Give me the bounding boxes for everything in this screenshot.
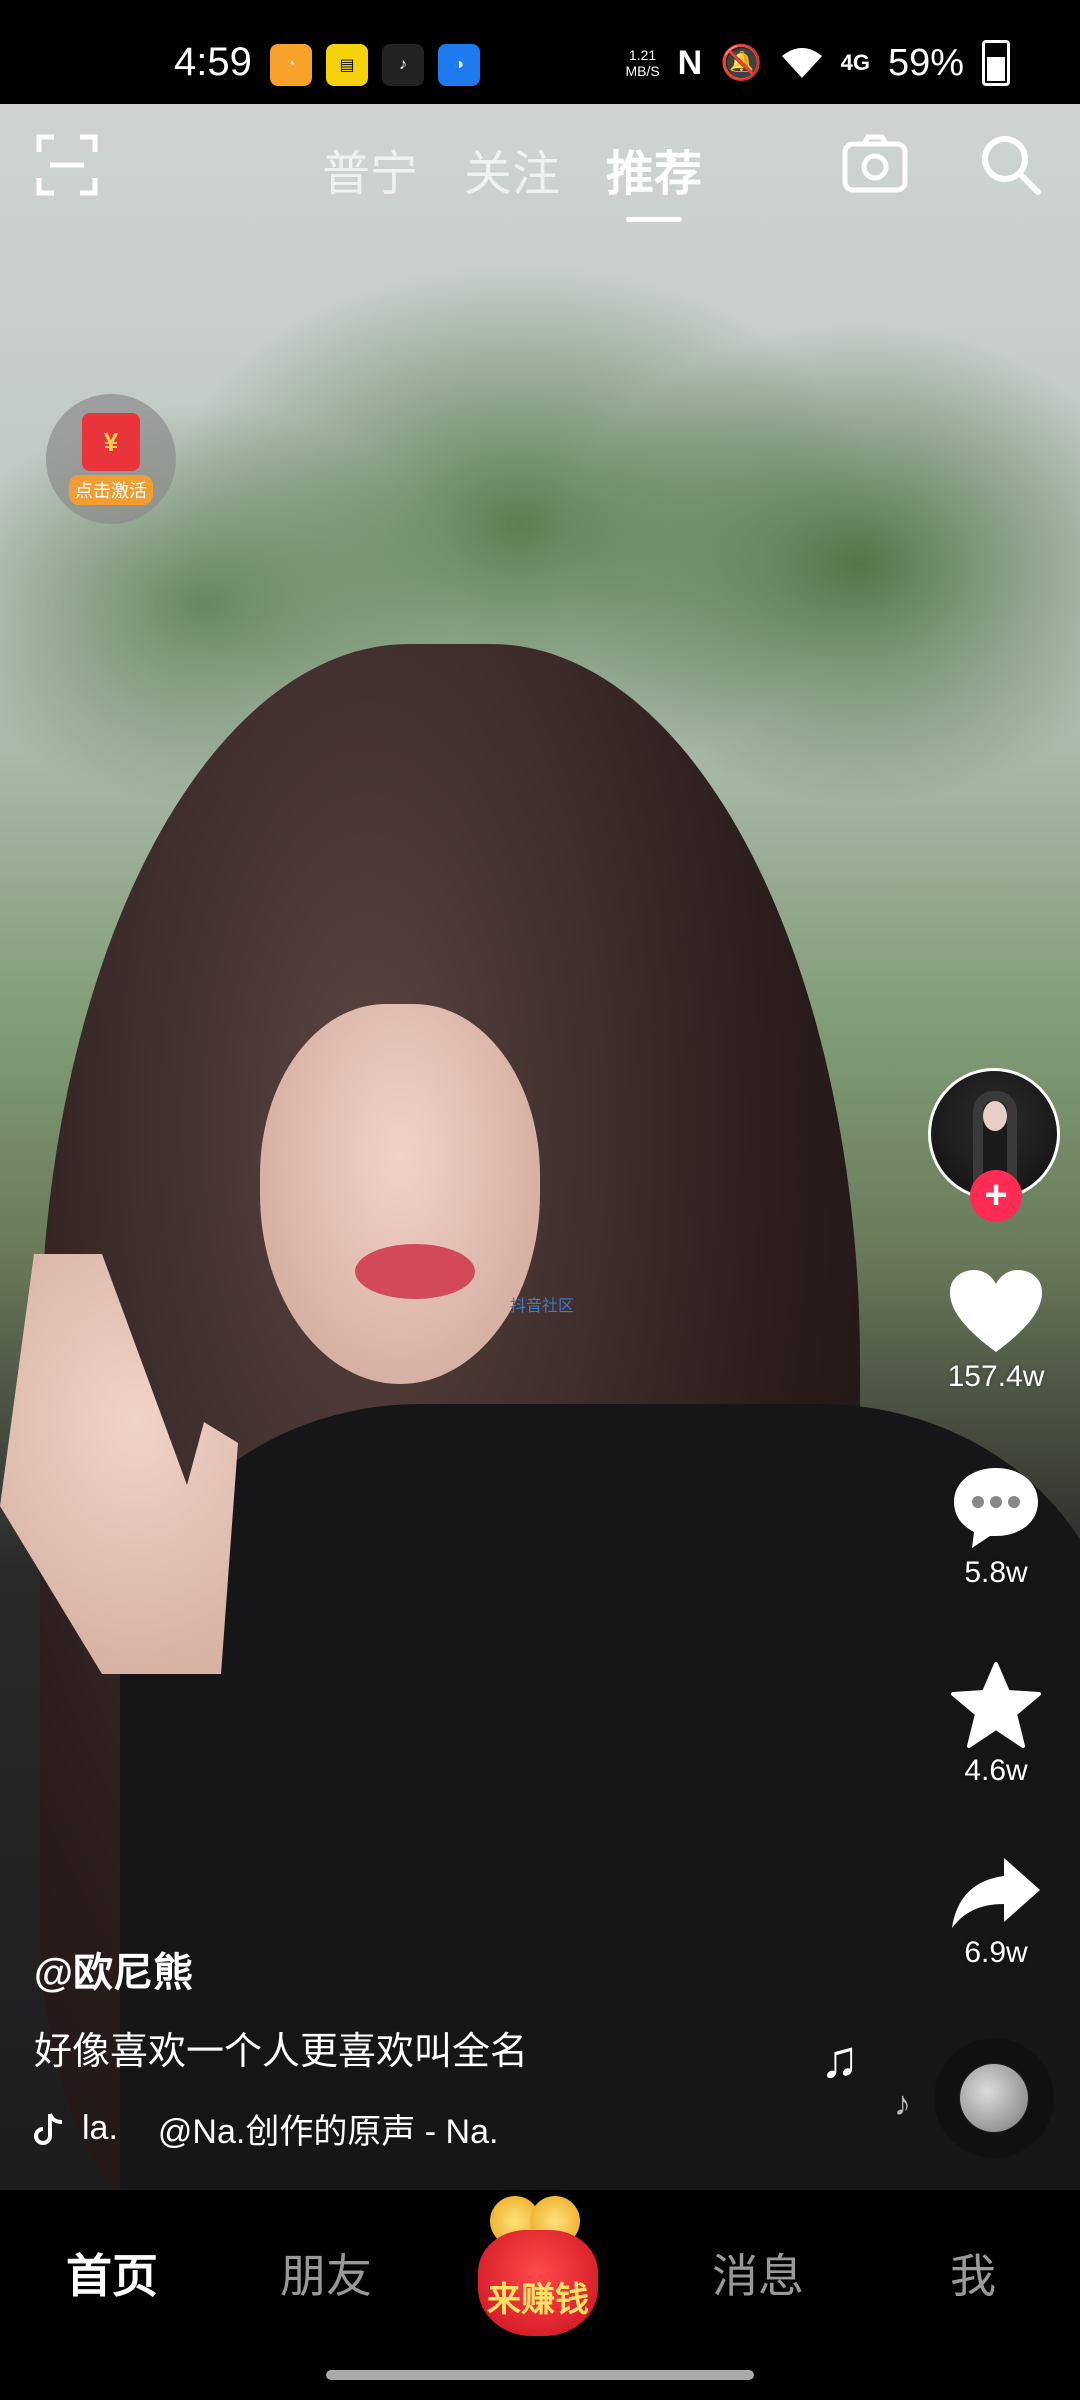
- search-icon[interactable]: [978, 132, 1042, 196]
- favorite-count: 4.6w: [964, 1754, 1028, 1787]
- live-camera-icon[interactable]: [842, 134, 908, 194]
- like-count: 157.4w: [947, 1360, 1045, 1393]
- comment-icon: [954, 1468, 1038, 1548]
- music-note-small-icon: ♪: [894, 2085, 911, 2123]
- sound-prefix: la.: [82, 2109, 118, 2147]
- music-note-icon: ♫: [820, 2031, 859, 2089]
- follow-button[interactable]: +: [970, 1170, 1022, 1222]
- author-avatar-wrap: +: [928, 1068, 1060, 1222]
- share-button[interactable]: 6.9w: [926, 1856, 1066, 1970]
- uc-browser-icon: ◔: [270, 44, 312, 86]
- bird-app-icon: ◑: [438, 44, 480, 86]
- tab-recommended[interactable]: 推荐: [606, 134, 702, 222]
- nav-me[interactable]: 我: [950, 2240, 996, 2306]
- tiktok-icon: ♪: [382, 44, 424, 86]
- star-icon: [951, 1662, 1041, 1748]
- tiktok-sound-icon: [34, 2112, 63, 2145]
- sound-title: @Na.创作的原声 - Na.: [157, 2113, 499, 2151]
- home-indicator[interactable]: [326, 2370, 754, 2380]
- net-speed: 1.21 MB/S: [625, 47, 660, 79]
- red-packet-icon: ¥: [82, 413, 140, 471]
- xianyu-icon: ▤: [326, 44, 368, 86]
- battery-icon: [982, 40, 1010, 86]
- nav-home[interactable]: 首页: [66, 2240, 158, 2306]
- status-time: 4:59: [174, 40, 252, 84]
- video-subject-face: [260, 1004, 540, 1384]
- wifi-icon: [781, 48, 822, 78]
- share-count: 6.9w: [964, 1936, 1028, 1969]
- music-disc-button[interactable]: [934, 2038, 1054, 2158]
- mute-icon: 🔕: [720, 44, 763, 82]
- comment-button[interactable]: 5.8w: [926, 1464, 1066, 1590]
- bottom-nav: 首页 朋友 来赚钱 消息 我: [0, 2190, 1080, 2400]
- nav-messages[interactable]: 消息: [712, 2240, 804, 2306]
- notification-icons: ◔ ▤ ♪ ◑: [270, 44, 480, 86]
- status-right: 1.21 MB/S N 🔕 4G 59%: [625, 40, 1010, 86]
- network-type: 4G: [840, 50, 870, 75]
- video-caption: 好像喜欢一个人更喜欢叫全名: [34, 2031, 529, 2073]
- nav-earn-button[interactable]: 来赚钱: [468, 2190, 608, 2340]
- status-bar: 4:59 ◔ ▤ ♪ ◑ 1.21 MB/S N 🔕 4G 59%: [0, 0, 1080, 104]
- heart-icon: [950, 1270, 1042, 1352]
- tab-following[interactable]: 关注: [464, 134, 560, 204]
- comment-count: 5.8w: [964, 1556, 1028, 1589]
- nav-friends[interactable]: 朋友: [280, 2240, 372, 2306]
- tab-local[interactable]: 普宁: [322, 134, 418, 204]
- feed-tabs: 普宁 关注 推荐: [322, 134, 702, 222]
- nav-earn-label: 来赚钱: [487, 2281, 589, 2319]
- like-button[interactable]: 157.4w: [926, 1268, 1066, 1394]
- favorite-button[interactable]: 4.6w: [926, 1662, 1066, 1788]
- sound-info[interactable]: la. @Na.创作的原声 - Na.: [34, 2104, 498, 2153]
- share-icon: [952, 1858, 1040, 1928]
- nfc-icon: N: [677, 43, 703, 82]
- author-name[interactable]: @欧尼熊: [34, 1940, 193, 1998]
- top-nav: 普宁 关注 推荐: [0, 104, 1080, 234]
- video-player[interactable]: 抖音社区: [0, 104, 1080, 2190]
- video-watermark: 抖音社区: [510, 1298, 575, 1315]
- video-subject-lips: [355, 1244, 475, 1299]
- red-packet-label: 点击激活: [69, 475, 153, 505]
- scan-icon[interactable]: [36, 134, 98, 196]
- battery-percent: 59%: [887, 41, 964, 84]
- red-packet-widget[interactable]: ¥ 点击激活: [46, 394, 176, 524]
